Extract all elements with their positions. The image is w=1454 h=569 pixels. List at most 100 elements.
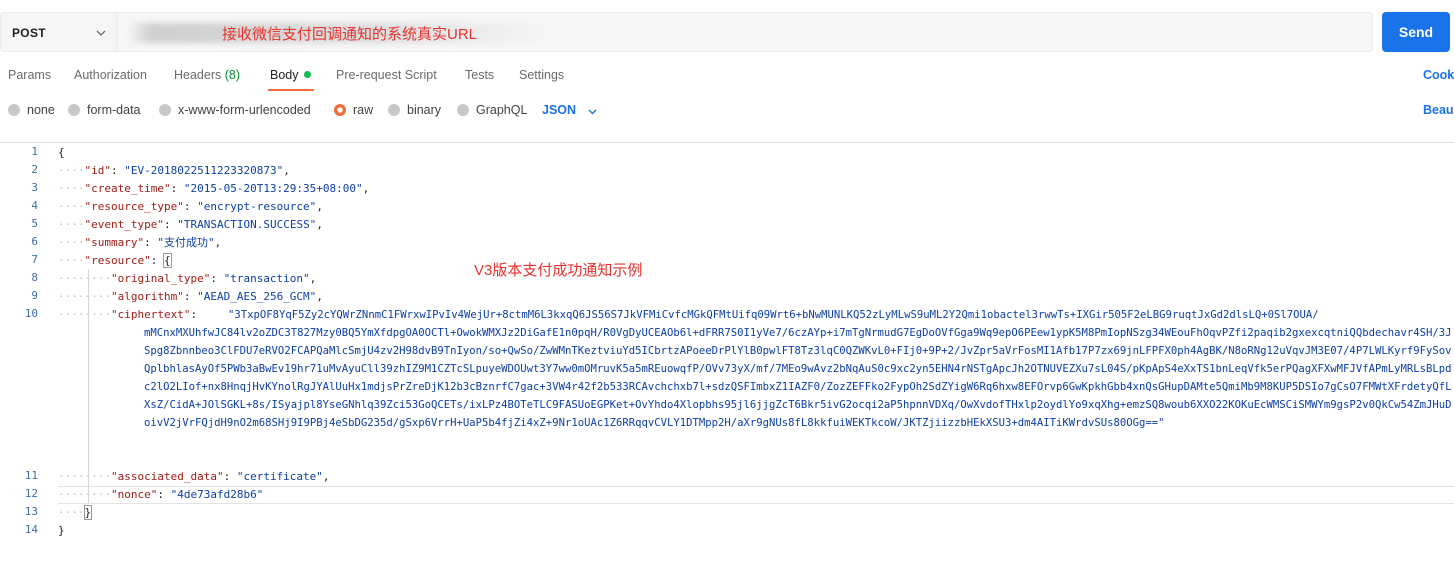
- radio-none[interactable]: none: [8, 103, 55, 117]
- tab-headers[interactable]: Headers (8): [174, 68, 240, 82]
- beautify-link[interactable]: Beau: [1423, 103, 1454, 117]
- radio-graphql-label: GraphQL: [476, 103, 528, 117]
- json-value: "4de73afd28b6": [170, 488, 264, 501]
- tab-pre-request-script[interactable]: Pre-request Script: [336, 68, 437, 82]
- code-line: ····"event_type": "TRANSACTION.SUCCESS",: [58, 218, 323, 231]
- code-line: ········"original_type": "transaction",: [58, 272, 317, 285]
- code-line: ····"summary": "支付成功",: [58, 236, 222, 249]
- json-key: "ciphertext": [110, 308, 191, 321]
- radio-off-icon: [8, 104, 20, 116]
- tab-params[interactable]: Params: [8, 68, 51, 82]
- line-number: 10: [24, 307, 38, 320]
- code-line: ········"ciphertext":: [58, 308, 204, 321]
- json-key: "event_type": [84, 218, 164, 231]
- json-value: "EV-2018022511223320873": [124, 164, 284, 177]
- tab-authorization[interactable]: Authorization: [74, 68, 147, 82]
- line-number: 12: [24, 487, 38, 500]
- close-brace: }: [83, 505, 93, 520]
- modified-dot-icon: [303, 71, 311, 78]
- line-number: 2: [31, 163, 38, 176]
- ciphertext-wrapped: mMCnxMXUhfwJC84lv2oZDC3T827Mzy0BQ5YmXfdp…: [144, 324, 1454, 468]
- close-brace: }: [58, 524, 65, 537]
- method-select[interactable]: POST: [0, 12, 116, 52]
- code-line: ····"id": "EV-2018022511223320873",: [58, 164, 290, 177]
- radio-raw-label: raw: [353, 103, 374, 117]
- code-line: }: [58, 522, 65, 540]
- radio-form-data-label: form-data: [87, 103, 141, 117]
- json-key: "resource": [84, 254, 151, 267]
- cookies-link[interactable]: Cook: [1423, 68, 1454, 82]
- code-editor[interactable]: 1 2 3 4 5 6 7 8 9 10 11 12 13 14 { ····"…: [0, 142, 1454, 569]
- json-key: "summary": [84, 236, 145, 249]
- radio-on-icon: [334, 104, 346, 116]
- json-value: "encrypt-resource": [197, 200, 317, 213]
- request-url-row: POST 接收微信支付回调通知的系统真实URL Send: [0, 12, 1454, 52]
- line-number: 5: [31, 217, 38, 230]
- radio-graphql[interactable]: GraphQL: [457, 103, 527, 117]
- code-content[interactable]: { ····"id": "EV-2018022511223320873", ··…: [58, 143, 1454, 569]
- line-number: 13: [24, 505, 38, 518]
- json-key: "create_time": [84, 182, 171, 195]
- json-key: "original_type": [110, 272, 211, 285]
- tab-body-label: Body: [270, 68, 299, 82]
- line-number-gutter: 1 2 3 4 5 6 7 8 9 10 11 12 13 14: [0, 143, 44, 569]
- radio-urlencoded-label: x-www-form-urlencoded: [178, 103, 311, 117]
- request-tabs: Params Authorization Headers (8) Body Pr…: [0, 66, 1454, 91]
- code-line: ········"associated_data": "certificate"…: [58, 470, 330, 483]
- line-number: 9: [31, 289, 38, 302]
- code-line: {: [58, 144, 65, 162]
- example-annotation: V3版本支付成功通知示例: [474, 262, 643, 279]
- code-line: ········"nonce": "4de73afd28b6": [58, 488, 264, 501]
- radio-binary[interactable]: binary: [388, 103, 441, 117]
- json-value: "AEAD_AES_256_GCM": [197, 290, 317, 303]
- ciphertext-value: mMCnxMXUhfwJC84lv2oZDC3T827Mzy0BQ5YmXfdp…: [144, 327, 1452, 429]
- open-brace: {: [58, 146, 65, 159]
- active-line-highlight: [58, 486, 1454, 504]
- json-value: "TRANSACTION.SUCCESS": [177, 218, 317, 231]
- json-key: "nonce": [110, 488, 158, 501]
- tab-settings[interactable]: Settings: [519, 68, 564, 82]
- radio-form-data[interactable]: form-data: [68, 103, 141, 117]
- json-key: "resource_type": [84, 200, 184, 213]
- line-number: 1: [31, 145, 38, 158]
- radio-binary-label: binary: [407, 103, 442, 117]
- code-line: ····"resource_type": "encrypt-resource",: [58, 200, 323, 213]
- line-number: 7: [31, 253, 38, 266]
- url-annotation: 接收微信支付回调通知的系统真实URL: [222, 26, 478, 43]
- line-number: 8: [31, 271, 38, 284]
- tab-headers-label: Headers: [174, 68, 222, 82]
- chevron-down-icon[interactable]: [587, 106, 598, 117]
- radio-off-icon: [68, 104, 80, 116]
- format-select[interactable]: JSON: [542, 103, 576, 117]
- json-value: "transaction": [223, 272, 310, 285]
- ciphertext-first-line: "3TxpOF8YqF5Zy2cYQWrZNnmC1FWrxwIPvIv4Wej…: [228, 309, 1319, 321]
- json-value: "2015-05-20T13:29:35+08:00": [183, 182, 363, 195]
- radio-raw[interactable]: raw: [334, 103, 373, 117]
- radio-none-label: none: [27, 103, 55, 117]
- url-input[interactable]: 接收微信支付回调通知的系统真实URL: [116, 12, 1373, 52]
- code-line: ····}: [58, 505, 93, 520]
- method-label: POST: [12, 26, 46, 40]
- code-line: ····"create_time": "2015-05-20T13:29:35+…: [58, 182, 370, 195]
- tab-tests[interactable]: Tests: [465, 68, 494, 82]
- active-tab-indicator: [268, 89, 314, 91]
- json-key: "algorithm": [110, 290, 184, 303]
- code-line: ········"algorithm": "AEAD_AES_256_GCM",: [58, 290, 323, 303]
- send-button[interactable]: Send: [1382, 12, 1450, 52]
- radio-off-icon: [388, 104, 400, 116]
- radio-off-icon: [159, 104, 171, 116]
- line-number: 14: [24, 523, 38, 536]
- tab-body[interactable]: Body: [270, 68, 311, 82]
- open-brace: {: [163, 253, 172, 268]
- json-value: "certificate": [236, 470, 323, 483]
- line-number: 3: [31, 181, 38, 194]
- line-number: 11: [24, 469, 38, 482]
- code-line: ····"resource": {: [58, 253, 172, 268]
- chevron-down-icon: [96, 30, 106, 36]
- headers-count: (8): [224, 68, 241, 82]
- line-number: 4: [31, 199, 38, 212]
- line-number: 6: [31, 235, 38, 248]
- radio-off-icon: [457, 104, 469, 116]
- json-value: "支付成功": [157, 236, 215, 249]
- radio-urlencoded[interactable]: x-www-form-urlencoded: [159, 103, 311, 117]
